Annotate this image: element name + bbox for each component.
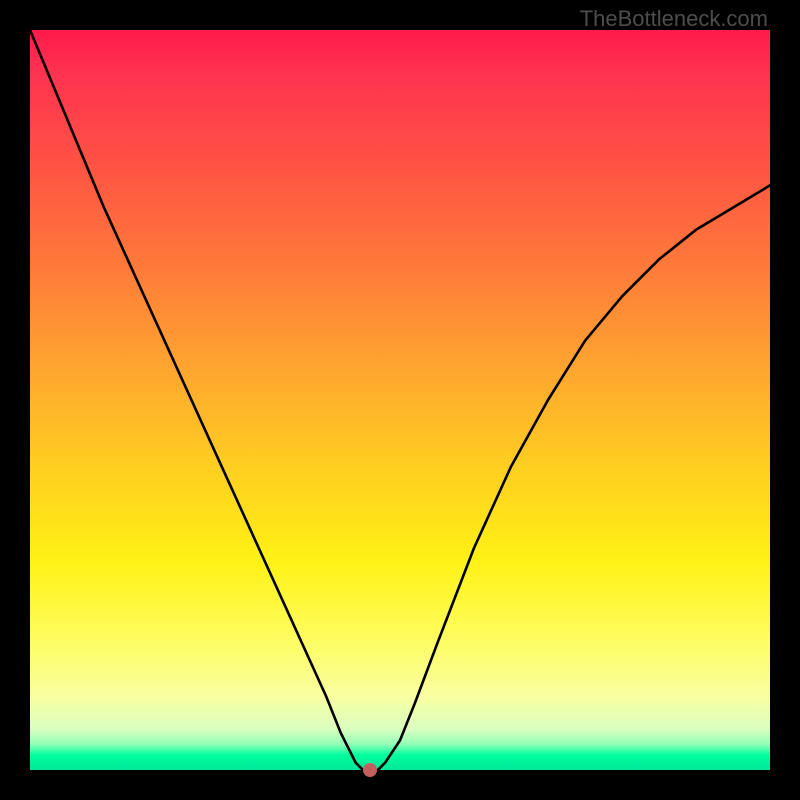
- optimal-point-marker: [363, 763, 377, 777]
- bottleneck-chart: TheBottleneck.com: [0, 0, 800, 800]
- plot-area: [30, 30, 770, 770]
- watermark-text: TheBottleneck.com: [580, 6, 768, 32]
- curve-svg: [30, 30, 770, 770]
- bottleneck-curve-path: [30, 30, 770, 770]
